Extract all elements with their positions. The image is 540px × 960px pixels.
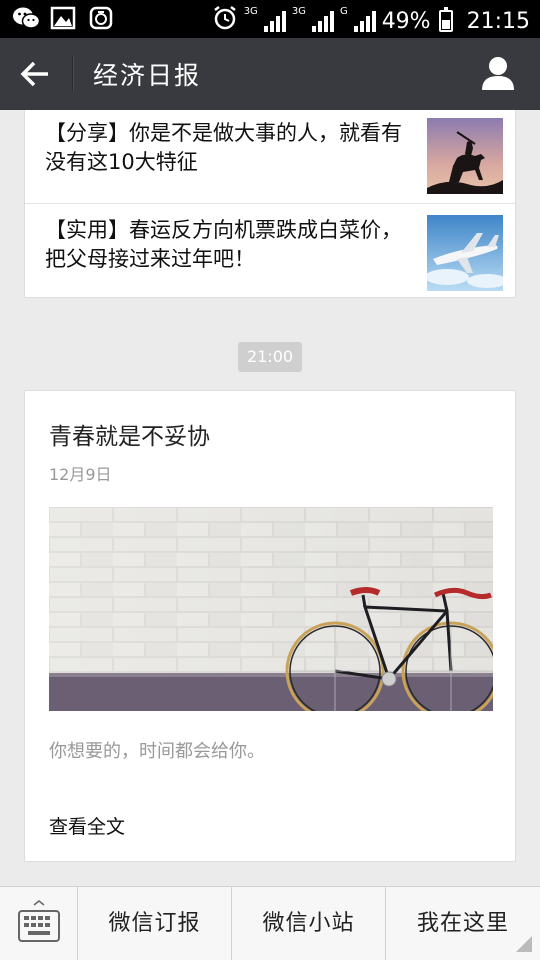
menu-item-microsite[interactable]: 微信小站 xyxy=(232,887,386,960)
signal-icon-3 xyxy=(353,10,376,32)
title-bar: 经济日报 xyxy=(0,38,540,110)
keyboard-icon[interactable] xyxy=(0,887,78,960)
alarm-icon xyxy=(212,5,238,37)
signal-icon-1 xyxy=(263,10,286,32)
resize-corner-icon xyxy=(516,936,532,952)
battery-percent: 49% xyxy=(381,8,431,34)
card-title: 青春就是不妥协 xyxy=(49,424,210,450)
person-icon[interactable] xyxy=(478,54,518,94)
card-date: 12月9日 xyxy=(49,465,112,484)
battery-icon xyxy=(438,7,453,32)
card-description: 你想要的，时间都会给你。 xyxy=(49,741,265,762)
read-more-link[interactable]: 查看全文 xyxy=(49,812,125,839)
article-item[interactable]: 【实用】春运反方向机票跌成白菜价，把父母接过来过年吧！ xyxy=(25,203,515,299)
notification-icons xyxy=(12,6,114,30)
article-thumbnail xyxy=(427,118,503,194)
network-type-3: G xyxy=(339,6,348,17)
article-thumbnail xyxy=(427,215,503,291)
title-divider xyxy=(72,56,73,92)
system-status: 3G 3G G 49% 21:15 xyxy=(212,5,530,37)
article-title: 【分享】你是不是做大事的人，就看有没有这10大特征 xyxy=(45,121,402,174)
app-icon xyxy=(88,6,114,30)
article-item[interactable]: 【分享】你是不是做大事的人，就看有没有这10大特征 xyxy=(25,110,515,203)
network-type-2: 3G xyxy=(291,6,306,17)
article-list-card: 【分享】你是不是做大事的人，就看有没有这10大特征 【实用】春运反方向机票跌成白… xyxy=(24,110,516,298)
signal-icon-2 xyxy=(311,10,334,32)
page-title: 经济日报 xyxy=(93,61,202,90)
featured-article-card[interactable]: 青春就是不妥协 12月9日 你想要的，时间都会给你。 查看全文 xyxy=(24,390,516,862)
arrow-left-icon[interactable] xyxy=(18,56,56,92)
time-badge: 21:00 xyxy=(238,342,302,372)
article-title: 【实用】春运反方向机票跌成白菜价，把父母接过来过年吧！ xyxy=(45,218,402,271)
wechat-icon xyxy=(12,6,41,30)
card-image xyxy=(49,507,493,711)
clock: 21:15 xyxy=(466,8,530,34)
network-type-1: 3G xyxy=(243,6,258,17)
status-bar: 3G 3G G 49% 21:15 xyxy=(0,0,540,38)
menu-item-subscribe[interactable]: 微信订报 xyxy=(78,887,232,960)
bottom-menu: 微信订报 微信小站 我在这里 xyxy=(0,886,540,960)
image-icon xyxy=(50,6,76,30)
message-list[interactable]: 【分享】你是不是做大事的人，就看有没有这10大特征 【实用】春运反方向机票跌成白… xyxy=(0,110,540,886)
